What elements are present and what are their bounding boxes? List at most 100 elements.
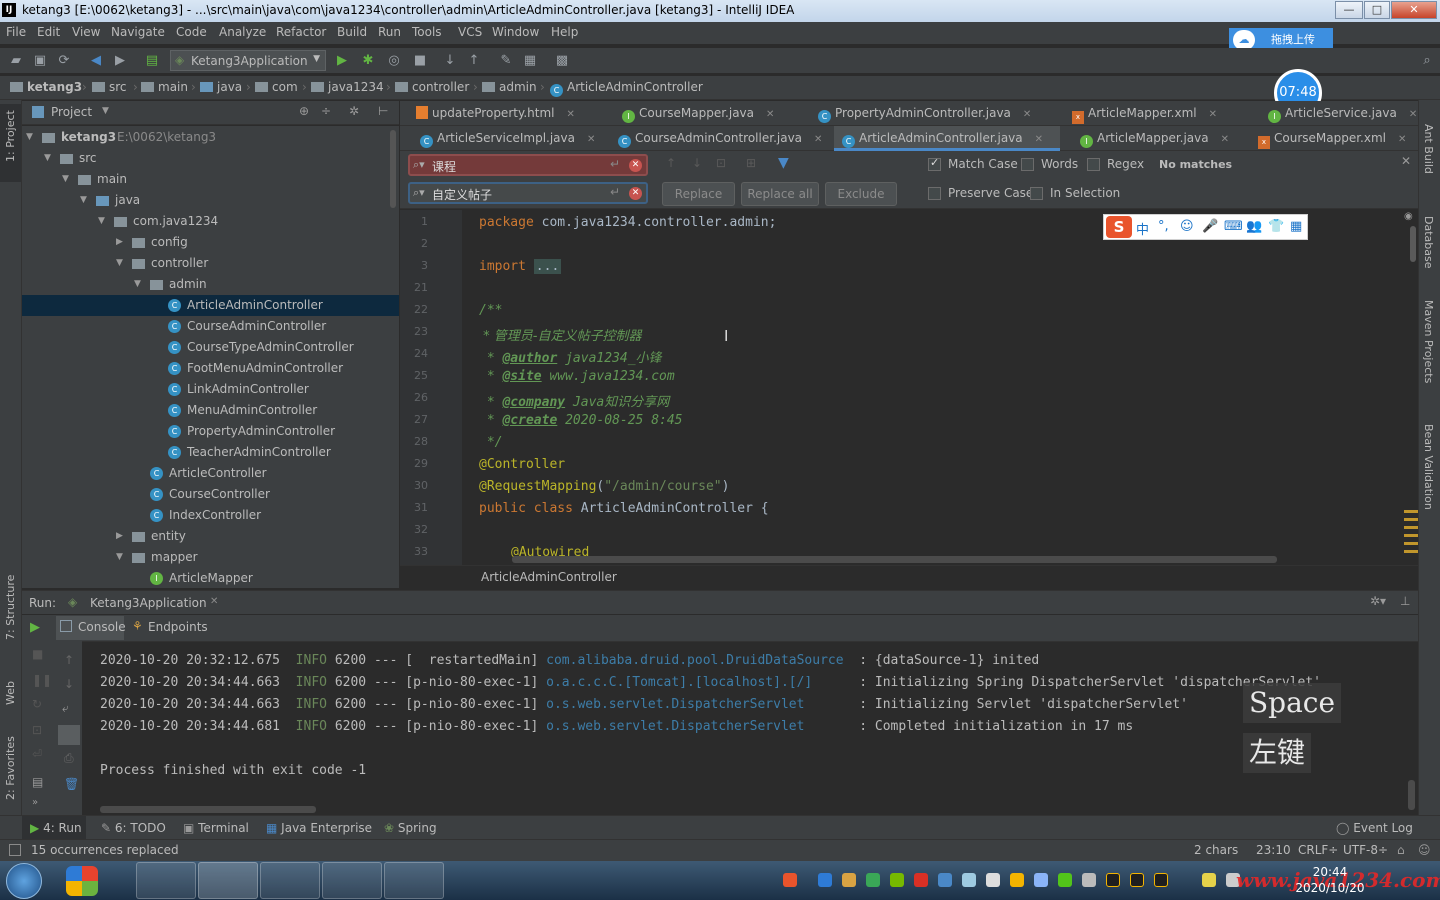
error-stripe-mark[interactable] (1404, 534, 1418, 537)
tree-item-articleadmincontroller[interactable]: C ArticleAdminController (22, 295, 399, 316)
gear-icon[interactable]: ✲ (349, 104, 359, 118)
scroll-to-end-toggle[interactable] (58, 725, 80, 745)
tool-java-enterprise[interactable]: ▦ Java Enterprise (266, 821, 372, 835)
tray-shield-icon[interactable] (866, 873, 880, 887)
tab-updateproperty-html[interactable]: updateProperty.html ✕ (408, 101, 603, 126)
scroll-down-icon[interactable]: ↓ (64, 677, 74, 691)
scroll-up-icon[interactable]: ↑ (64, 653, 74, 667)
close-icon[interactable]: ✕ (1035, 134, 1043, 145)
close-icon[interactable]: ✕ (814, 134, 822, 145)
tray-app-icon[interactable] (1034, 873, 1048, 887)
clear-icon[interactable]: ✕ (629, 187, 642, 200)
tab-courseadmincontroller-java[interactable]: C CourseAdminController.java ✕ (610, 126, 832, 151)
file-encoding[interactable]: UTF-8÷ (1343, 843, 1388, 857)
open-folder-icon[interactable]: ▰ (8, 53, 24, 69)
menu-tools[interactable]: Tools (412, 25, 442, 39)
start-button[interactable] (6, 863, 42, 899)
replace-button[interactable]: Replace (662, 182, 735, 206)
newline-icon[interactable]: ↵ (610, 185, 620, 199)
sync-icon[interactable]: ⟳ (56, 53, 72, 69)
vcs-commit-icon[interactable]: ↑ (466, 53, 482, 69)
replace-input[interactable]: ⌕▾ 自定义帖子 ↵ ✕ (408, 182, 648, 204)
soft-wrap-icon[interactable]: ⤶ (62, 701, 69, 716)
line-separator[interactable]: CRLF÷ (1298, 843, 1338, 857)
select-all-occurrences-icon[interactable]: ⊞ (746, 156, 756, 170)
tab-articleadmincontroller-java[interactable]: C ArticleAdminController.java ✕ (834, 126, 1060, 151)
tool-event-log[interactable]: ◯ Event Log (1336, 821, 1413, 835)
ime-punctuation-icon[interactable]: °, (1158, 219, 1169, 234)
tab-articleservice-java[interactable]: I ArticleService.java ✕ (1260, 101, 1418, 126)
scroll-from-source-icon[interactable]: ⊕ (299, 104, 309, 118)
coverage-icon[interactable]: ◎ (386, 53, 402, 69)
stripe-database[interactable]: Database (1422, 216, 1435, 269)
tab-endpoints[interactable]: ⚘ Endpoints (130, 616, 220, 640)
menu-navigate[interactable]: Navigate (111, 25, 165, 39)
menu-build[interactable]: Build (337, 25, 367, 39)
tree-item-java[interactable]: ▼ java (22, 190, 399, 211)
ime-emoji-icon[interactable]: ☺ (1180, 219, 1194, 234)
tool-terminal[interactable]: ▣ Terminal (183, 821, 249, 835)
stripe-web[interactable]: Web (4, 681, 17, 705)
more-icon[interactable]: » (32, 797, 38, 808)
tree-item-footmenuadmincontroller[interactable]: C FootMenuAdminController (22, 358, 399, 379)
hide-panel-icon[interactable]: ⊥ (1400, 594, 1410, 608)
tray-app-icon[interactable] (986, 873, 1000, 887)
taskbar-mysql-app[interactable] (322, 862, 382, 899)
tree-item-src[interactable]: ▼ src (22, 148, 399, 169)
crumb-com[interactable]: com (255, 80, 298, 94)
tree-item-entity[interactable]: ▶ entity (22, 526, 399, 547)
next-occurrence-icon[interactable]: ↓ (692, 156, 702, 170)
error-stripe-mark[interactable] (1404, 550, 1418, 553)
sogou-logo-icon[interactable]: S (1106, 216, 1132, 238)
vcs-update-icon[interactable]: ↓ (442, 53, 458, 69)
tray-qq-icon[interactable] (1154, 873, 1168, 887)
inspection-eye-icon[interactable]: ◉ (1404, 211, 1413, 222)
stripe-bean-validation[interactable]: Bean Validation (1422, 424, 1435, 510)
tree-item-controller[interactable]: ▼ controller (22, 253, 399, 274)
editor-horizontal-scrollbar[interactable] (512, 556, 1277, 563)
replace-all-button[interactable]: Replace all (741, 182, 819, 206)
tree-item-articlemapper[interactable]: I ArticleMapper (22, 568, 399, 588)
run-config-tab[interactable]: Ketang3Application (90, 596, 207, 610)
find-in-path-icon[interactable]: ⊡ (716, 156, 726, 170)
tree-item-indexcontroller[interactable]: C IndexController (22, 505, 399, 526)
maximize-button[interactable]: □ (1364, 1, 1390, 19)
project-scrollbar[interactable] (390, 130, 396, 208)
stripe-structure[interactable]: 7: Structure (4, 575, 17, 640)
tree-item-courseadmincontroller[interactable]: C CourseAdminController (22, 316, 399, 337)
tree-item-mapper[interactable]: ▼ mapper (22, 547, 399, 568)
close-icon[interactable]: ✕ (1209, 109, 1217, 120)
close-icon[interactable]: ✕ (1023, 109, 1031, 120)
settings-icon[interactable]: ✎ (498, 53, 514, 69)
filter-icon[interactable]: ▼ (778, 155, 789, 171)
tool-spring[interactable]: ❀ Spring (384, 821, 437, 835)
system-clock[interactable]: 20:44 2020/10/20 (1290, 864, 1370, 896)
editor-vertical-scrollbar[interactable] (1410, 226, 1416, 262)
editor-breadcrumb-class[interactable]: ArticleAdminController (481, 570, 617, 584)
collapse-all-icon[interactable]: ÷ (321, 104, 331, 118)
hide-icon[interactable]: ⊢ (378, 104, 388, 118)
console-output[interactable]: 2020-10-20 20:32:12.675 INFO 6200 --- [ … (82, 641, 1418, 815)
close-icon[interactable]: ✕ (567, 109, 575, 120)
error-stripe-mark[interactable] (1404, 510, 1418, 513)
run-config-select[interactable]: ◈ Ketang3Application ▼ (170, 50, 326, 71)
tree-item-coursecontroller[interactable]: C CourseController (22, 484, 399, 505)
words-checkbox[interactable] (1021, 158, 1034, 171)
tab-coursemapper-java[interactable]: I CourseMapper.java ✕ (614, 101, 799, 126)
minimize-button[interactable]: — (1335, 1, 1363, 19)
tray-app-icon[interactable] (842, 873, 856, 887)
search-input[interactable]: ⌕▾ 课程 ↵ ✕ (408, 154, 648, 176)
tray-wechat-icon[interactable] (1058, 873, 1072, 887)
tray-app-icon[interactable] (938, 873, 952, 887)
tree-item-admin[interactable]: ▼ admin (22, 274, 399, 295)
close-button[interactable]: ✕ (1391, 1, 1437, 19)
tree-item-com-java1234[interactable]: ▼ com.java1234 (22, 211, 399, 232)
taskbar-notes-app[interactable] (260, 862, 320, 899)
menu-vcs[interactable]: VCS (458, 25, 482, 39)
forward-icon[interactable]: ▶ (112, 53, 128, 69)
debug-icon[interactable]: ✱ (360, 53, 376, 69)
ime-user-icon[interactable]: 👥 (1246, 219, 1262, 234)
crumb-java1234[interactable]: java1234 (311, 80, 384, 94)
stop-icon[interactable]: ■ (412, 53, 428, 69)
close-icon[interactable]: ✕ (210, 596, 218, 607)
